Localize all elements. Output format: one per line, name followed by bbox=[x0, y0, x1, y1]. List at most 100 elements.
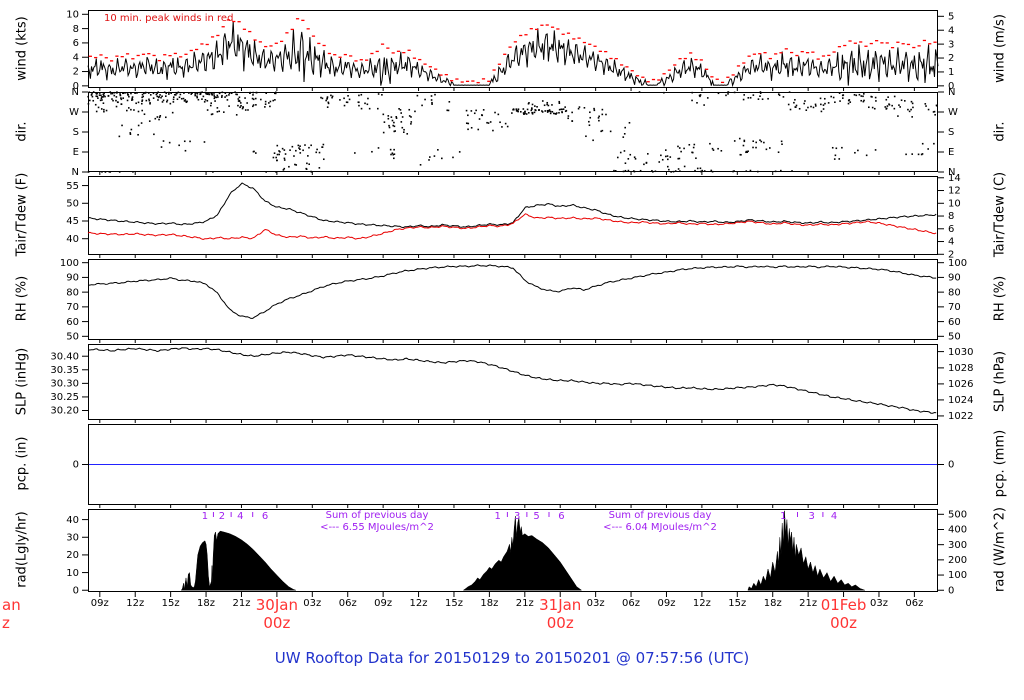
wind-direction-dot bbox=[347, 95, 349, 97]
wind-direction-dot bbox=[767, 97, 769, 100]
wind-direction-dot bbox=[504, 122, 507, 125]
wind-direction-dot bbox=[481, 114, 484, 117]
wind-direction-dot bbox=[860, 95, 863, 97]
y-tick-label: 30.20 bbox=[50, 406, 79, 417]
wind-direction-dot bbox=[431, 103, 433, 105]
panel-temperature-plot: 404550552468101214 bbox=[66, 173, 960, 261]
wind-direction-dot bbox=[163, 91, 166, 94]
wind-direction-dot bbox=[759, 95, 761, 97]
wind-direction-dot bbox=[240, 104, 242, 107]
wind-direction-dot bbox=[304, 144, 306, 146]
wind-direction-dot bbox=[448, 101, 451, 103]
wind-direction-dot bbox=[920, 153, 923, 156]
wind-direction-dot bbox=[388, 126, 391, 129]
wind-direction-dot bbox=[279, 150, 281, 153]
y-tick-label: E bbox=[73, 147, 79, 158]
wind-direction-dot bbox=[871, 96, 873, 98]
wind-direction-dot bbox=[115, 96, 118, 98]
wind-direction-dot bbox=[168, 91, 170, 94]
y-tick-label: 500 bbox=[948, 509, 967, 520]
wind-direction-dot bbox=[623, 150, 626, 152]
rad-hour-annotation: 3 bbox=[514, 511, 520, 522]
wind-direction-dot bbox=[141, 109, 144, 112]
y-tick-label: 400 bbox=[948, 525, 967, 536]
wind-direction-dot bbox=[391, 119, 394, 122]
wind-direction-dot bbox=[862, 95, 864, 98]
wind-direction-dot bbox=[517, 108, 520, 111]
wind-direction-dot bbox=[917, 153, 920, 156]
wind-direction-dot bbox=[551, 110, 554, 113]
wind-direction-dot bbox=[255, 152, 257, 154]
wind-direction-dot bbox=[145, 99, 148, 102]
wind-direction-dot bbox=[194, 93, 196, 95]
wind-direction-dot bbox=[212, 171, 214, 173]
wind-direction-dot bbox=[269, 105, 271, 108]
wind-direction-dot bbox=[886, 105, 889, 107]
wind-direction-dot bbox=[666, 155, 669, 157]
wind-direction-dot bbox=[127, 93, 129, 96]
wind-direction-dot bbox=[605, 113, 607, 116]
wind-direction-dot bbox=[210, 92, 213, 95]
wind-direction-dot bbox=[168, 93, 170, 95]
y-tick-label: 45 bbox=[66, 216, 79, 227]
wind-direction-dot bbox=[239, 102, 242, 104]
wind-direction-dot bbox=[254, 97, 257, 100]
wind-direction-dot bbox=[511, 112, 513, 114]
wind-direction-dot bbox=[759, 139, 761, 141]
wind-direction-dot bbox=[387, 117, 390, 120]
wind-direction-dot bbox=[141, 100, 143, 102]
wind-direction-dot bbox=[196, 95, 198, 98]
panel-precip-plot: 00 bbox=[73, 424, 954, 508]
wind-direction-dot bbox=[124, 92, 126, 94]
wind-direction-dot bbox=[203, 101, 206, 103]
wind-direction-dot bbox=[710, 169, 713, 172]
y-tick-label: 4 bbox=[948, 237, 954, 248]
wind-direction-dot bbox=[264, 103, 267, 106]
wind-direction-dot bbox=[216, 110, 219, 113]
wind-direction-dot bbox=[911, 102, 914, 105]
wind-direction-dot bbox=[421, 104, 423, 107]
wind-direction-dot bbox=[712, 149, 715, 151]
meteogram-figure: { "title": {"text": "UW Rooftop Data for… bbox=[0, 0, 1024, 700]
wind-direction-dot bbox=[368, 107, 371, 110]
wind-direction-dot bbox=[534, 105, 536, 107]
wind-direction-dot bbox=[122, 92, 125, 95]
wind-direction-dot bbox=[527, 102, 530, 105]
wind-direction-dot bbox=[761, 98, 764, 101]
wind-direction-dot bbox=[213, 97, 216, 100]
x-axis-date-label-partial: an z bbox=[2, 596, 21, 632]
wind-direction-dot bbox=[853, 93, 856, 96]
wind-direction-dot bbox=[91, 92, 93, 94]
wind-direction-dot bbox=[293, 155, 295, 157]
wind-direction-dot bbox=[275, 156, 277, 159]
wind-direction-dot bbox=[178, 144, 180, 147]
wind-direction-dot bbox=[749, 169, 752, 172]
wind-direction-dot bbox=[289, 149, 291, 151]
wind-direction-dot bbox=[95, 110, 98, 113]
wind-direction-dot bbox=[130, 92, 132, 95]
y-tick-label: 100 bbox=[60, 258, 79, 269]
wind-direction-dot bbox=[431, 101, 433, 104]
wind-direction-dot bbox=[228, 94, 230, 96]
wind-direction-dot bbox=[133, 109, 135, 111]
wind-direction-dot bbox=[176, 92, 178, 95]
wind-direction-dot bbox=[885, 98, 888, 101]
y-tick-label: 1026 bbox=[948, 379, 973, 390]
wind-direction-dot bbox=[669, 156, 672, 158]
wind-direction-dot bbox=[102, 102, 105, 104]
wind-direction-dot bbox=[921, 142, 924, 145]
y-tick-label: 300 bbox=[948, 540, 967, 551]
wind-direction-dot bbox=[393, 130, 396, 133]
wind-direction-dot bbox=[330, 94, 332, 97]
wind-direction-dot bbox=[893, 95, 896, 98]
wind-direction-dot bbox=[158, 118, 160, 121]
y-tick-label: 60 bbox=[948, 317, 961, 328]
wind-direction-dot bbox=[389, 148, 392, 151]
y-tick-label: 40 bbox=[66, 515, 79, 526]
wind-direction-dot bbox=[805, 109, 808, 111]
wind-direction-dot bbox=[777, 93, 780, 95]
wind-direction-dot bbox=[820, 103, 822, 106]
wind-direction-dot bbox=[549, 112, 552, 115]
y-tick-label: S bbox=[948, 127, 954, 138]
wind-direction-dot bbox=[678, 157, 681, 160]
